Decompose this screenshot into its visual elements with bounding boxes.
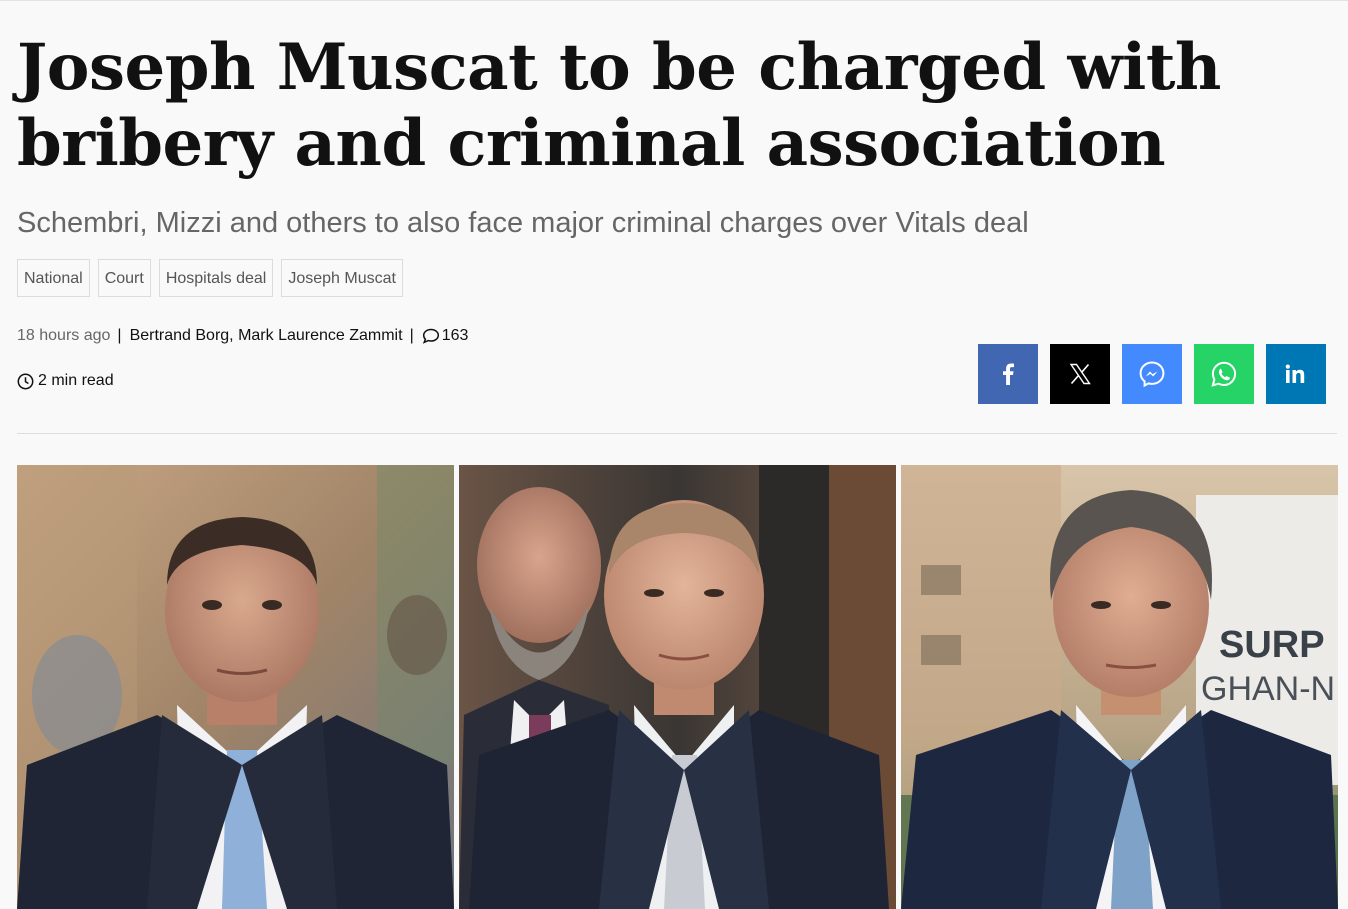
meta-separator: | xyxy=(117,327,122,344)
header-divider xyxy=(17,433,1337,434)
comments-link[interactable]: 163 xyxy=(422,327,469,345)
share-facebook-button[interactable] xyxy=(978,344,1038,404)
hero-image: SURP GHAN-N xyxy=(17,465,1338,909)
clock-icon xyxy=(17,373,34,389)
portrait-man-right: SURP GHAN-N xyxy=(901,465,1338,909)
tag-list: National Court Hospitals deal Joseph Mus… xyxy=(17,259,403,297)
article-subheadline: Schembri, Mizzi and others to also face … xyxy=(17,207,1029,239)
read-time-label: 2 min read xyxy=(38,372,114,389)
article-meta: 18 hours ago | Bertrand Borg, Mark Laure… xyxy=(17,327,468,345)
portrait-man-center xyxy=(459,465,896,909)
share-buttons xyxy=(978,344,1326,404)
publish-time: 18 hours ago xyxy=(17,327,111,344)
messenger-icon xyxy=(1139,361,1165,388)
top-border xyxy=(0,0,1348,1)
share-whatsapp-button[interactable] xyxy=(1194,344,1254,404)
tag-hospitals-deal[interactable]: Hospitals deal xyxy=(158,259,274,297)
linkedin-icon xyxy=(1285,364,1305,383)
article-headline: Joseph Muscat to be charged with bribery… xyxy=(17,30,1221,181)
tag-joseph-muscat[interactable]: Joseph Muscat xyxy=(281,259,403,297)
photo-panel-right: SURP GHAN-N xyxy=(901,465,1338,909)
article-authors[interactable]: Bertrand Borg, Mark Laurence Zammit xyxy=(130,327,403,345)
svg-text:GHAN-N: GHAN-N xyxy=(1201,670,1335,708)
tag-national[interactable]: National xyxy=(17,259,90,297)
sign-text: SURP xyxy=(1219,624,1325,666)
whatsapp-icon xyxy=(1211,361,1237,387)
tag-court[interactable]: Court xyxy=(97,259,151,297)
photo-panel-center xyxy=(459,465,896,909)
share-messenger-button[interactable] xyxy=(1122,344,1182,404)
read-time: 2 min read xyxy=(17,372,114,390)
comment-count: 163 xyxy=(441,327,469,344)
photo-panel-left xyxy=(17,465,454,909)
meta-separator: | xyxy=(409,327,414,344)
comment-icon xyxy=(422,328,439,344)
x-icon xyxy=(1069,363,1091,385)
share-linkedin-button[interactable] xyxy=(1266,344,1326,404)
portrait-man-left xyxy=(17,465,454,909)
facebook-icon xyxy=(1003,363,1014,385)
share-x-button[interactable] xyxy=(1050,344,1110,404)
